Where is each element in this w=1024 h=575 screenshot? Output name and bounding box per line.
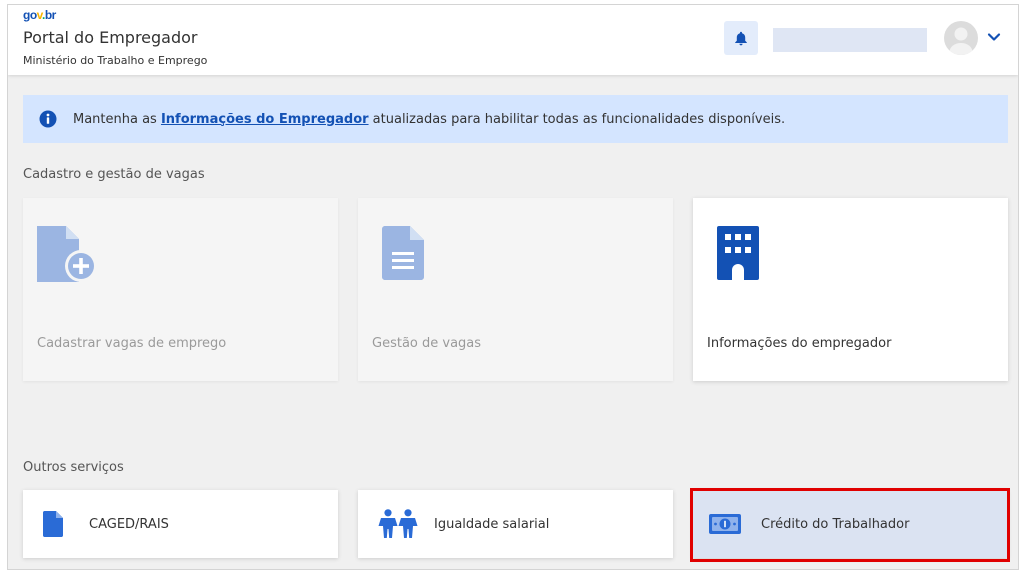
info-icon: [39, 110, 57, 128]
logo-part-br: br: [44, 8, 57, 22]
ministry-name: Ministério do Trabalho e Emprego: [23, 54, 208, 67]
header: gov.br Portal do Empregador Ministério d…: [8, 5, 1018, 75]
notifications-button[interactable]: [724, 21, 758, 55]
govbr-logo[interactable]: gov.br: [23, 8, 56, 22]
section-title-outros: Outros serviços: [23, 460, 124, 475]
card-label: Cadastrar vagas de emprego: [37, 336, 227, 351]
section-title-cadastro: Cadastro e gestão de vagas: [23, 167, 205, 182]
user-avatar-icon: [949, 27, 973, 55]
employer-info-link[interactable]: Informações do Empregador: [161, 112, 369, 127]
service-label: Igualdade salarial: [434, 516, 550, 532]
alert-text: Mantenha as Informações do Empregador at…: [73, 112, 785, 127]
service-label: CAGED/RAIS: [89, 516, 169, 532]
logo-part-go: go: [23, 8, 37, 22]
file-text-icon: [382, 226, 424, 280]
people-icon: [378, 509, 418, 538]
portal-title: Portal do Empregador: [23, 28, 198, 47]
file-icon: [43, 511, 63, 537]
alert-text-before: Mantenha as: [73, 111, 161, 127]
service-igualdade-salarial[interactable]: Igualdade salarial: [358, 490, 673, 558]
info-alert: Mantenha as Informações do Empregador at…: [23, 95, 1008, 143]
file-add-icon: [37, 226, 97, 282]
chevron-down-icon[interactable]: [986, 29, 1002, 45]
card-label: Informações do empregador: [707, 336, 892, 351]
card-label: Gestão de vagas: [372, 336, 482, 351]
card-informacoes-empregador[interactable]: Informações do empregador: [693, 198, 1008, 381]
card-gestao-vagas[interactable]: Gestão de vagas: [358, 198, 673, 381]
service-caged-rais[interactable]: CAGED/RAIS: [23, 490, 338, 558]
highlight-box: [690, 488, 1010, 562]
card-cadastrar-vagas[interactable]: Cadastrar vagas de emprego: [23, 198, 338, 381]
building-icon: [717, 226, 759, 280]
bell-icon: [735, 31, 747, 45]
user-avatar[interactable]: [944, 21, 978, 55]
user-name-placeholder[interactable]: [773, 28, 927, 52]
app-frame: gov.br Portal do Empregador Ministério d…: [7, 4, 1019, 570]
alert-text-after: atualizadas para habilitar todas as func…: [368, 111, 786, 127]
